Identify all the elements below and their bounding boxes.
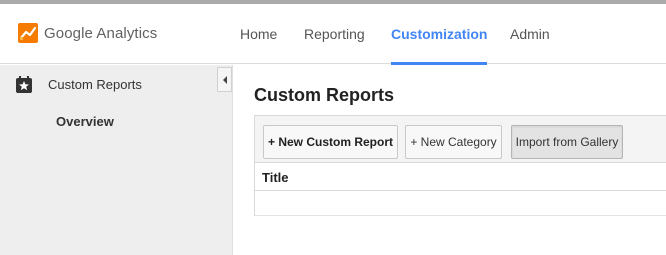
new-custom-report-button[interactable]: + New Custom Report — [263, 125, 398, 159]
sidebar-item-overview[interactable]: Overview — [56, 114, 114, 129]
new-category-button[interactable]: + New Category — [405, 125, 502, 159]
app-logo[interactable]: Google Analytics — [18, 23, 157, 43]
page-title: Custom Reports — [254, 85, 395, 105]
custom-reports-icon — [16, 76, 32, 93]
column-header-title[interactable]: Title — [262, 170, 289, 185]
sidebar-item-custom-reports[interactable]: Custom Reports — [0, 65, 217, 105]
app-header: Google Analytics Home Reporting Customiz… — [0, 4, 666, 65]
import-from-gallery-button[interactable]: Import from Gallery — [511, 125, 623, 159]
nav-customization-label: Customization — [391, 26, 488, 42]
table-header: Title — [255, 163, 666, 191]
analytics-logo-icon — [18, 23, 38, 43]
sidebar-collapse-button[interactable] — [217, 67, 232, 92]
toolbar: + New Custom Report + New Category Impor… — [255, 115, 666, 163]
nav-customization[interactable]: Customization — [391, 4, 488, 65]
nav-admin[interactable]: Admin — [510, 4, 550, 64]
custom-reports-panel: + New Custom Report + New Category Impor… — [254, 115, 666, 216]
sidebar: Custom Reports Overview — [0, 65, 233, 255]
collapse-left-icon — [222, 75, 227, 84]
main-content: Custom Reports + New Custom Report + New… — [234, 65, 666, 255]
sidebar-item-label: Custom Reports — [48, 77, 142, 92]
nav-reporting[interactable]: Reporting — [304, 4, 365, 64]
nav-home[interactable]: Home — [240, 4, 277, 64]
app-name: Google Analytics — [44, 24, 158, 42]
table-row — [255, 192, 666, 216]
